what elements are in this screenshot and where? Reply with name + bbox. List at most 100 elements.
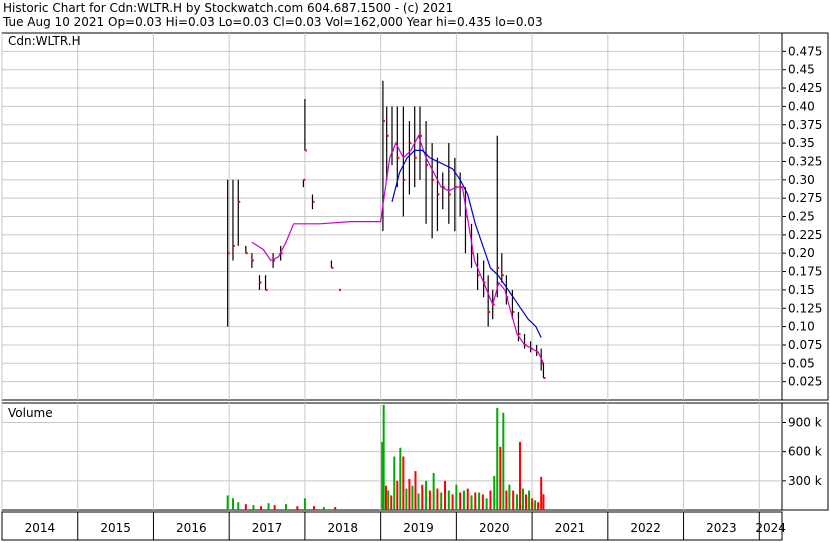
volume-bar bbox=[525, 494, 528, 510]
volume-bar bbox=[421, 484, 424, 510]
volume-bar bbox=[428, 490, 431, 510]
volume-bar bbox=[436, 488, 439, 510]
price-panel-title: Cdn:WLTR.H bbox=[8, 34, 81, 48]
y-tick-label: 0.075 bbox=[788, 338, 822, 352]
close-mark bbox=[397, 156, 400, 159]
volume-bar bbox=[267, 503, 270, 510]
x-tick-label: 2019 bbox=[403, 521, 434, 535]
volume-bar bbox=[425, 480, 428, 510]
close-mark bbox=[238, 200, 241, 203]
volume-bar bbox=[417, 493, 420, 510]
stock-chart: 0.475 0.45 0.425 0.40 0.375 0.35 0.325 0.30 0.27… bbox=[1, 32, 829, 541]
close-mark bbox=[304, 149, 307, 152]
volume-bar bbox=[244, 504, 247, 510]
close-mark bbox=[251, 259, 254, 262]
close-mark bbox=[245, 252, 248, 255]
y-tick-label: 0.40 bbox=[788, 99, 815, 113]
x-tick-label: 2023 bbox=[706, 521, 737, 535]
volume-bar bbox=[334, 507, 337, 510]
y-tick-label: 0.15 bbox=[788, 283, 815, 297]
volume-bar bbox=[432, 473, 435, 510]
close-mark bbox=[227, 252, 230, 255]
y-tick-label: 0.45 bbox=[788, 63, 815, 77]
volume-bar bbox=[537, 502, 540, 510]
close-mark bbox=[497, 266, 500, 269]
close-mark bbox=[512, 310, 515, 313]
volume-bar bbox=[411, 485, 414, 510]
close-mark bbox=[259, 281, 262, 284]
volume-bar bbox=[481, 494, 484, 510]
y-tick-label: 0.225 bbox=[788, 228, 822, 242]
volume-bar bbox=[447, 490, 450, 510]
close-mark bbox=[437, 193, 440, 196]
volume-bar bbox=[259, 506, 262, 510]
volume-bar bbox=[405, 488, 408, 510]
close-mark bbox=[331, 266, 334, 269]
volume-bar bbox=[226, 495, 229, 510]
close-mark bbox=[409, 142, 412, 145]
volume-bar bbox=[387, 490, 390, 510]
volume-bar bbox=[512, 490, 515, 510]
close-mark bbox=[265, 288, 268, 291]
x-tick-label: 2024 bbox=[755, 521, 786, 535]
volume-bar bbox=[528, 490, 531, 510]
volume-bar bbox=[414, 471, 417, 510]
volume-bar bbox=[237, 502, 240, 510]
close-mark bbox=[488, 310, 491, 313]
y-tick-label: 0.30 bbox=[788, 173, 815, 187]
close-mark bbox=[477, 274, 480, 277]
close-mark bbox=[312, 200, 315, 203]
volume-bar bbox=[313, 506, 315, 510]
volume-bar bbox=[542, 494, 545, 510]
close-mark bbox=[518, 332, 521, 335]
x-tick-label: 2015 bbox=[100, 521, 131, 535]
volume-bar bbox=[505, 490, 508, 510]
close-mark bbox=[432, 178, 435, 181]
close-mark bbox=[543, 376, 546, 379]
volume-bar bbox=[402, 456, 405, 510]
x-tick-label: 2014 bbox=[25, 521, 56, 535]
close-mark bbox=[501, 274, 504, 277]
y-tick-label: 0.20 bbox=[788, 246, 815, 260]
volume-bar bbox=[518, 441, 521, 510]
volume-bar bbox=[451, 494, 454, 510]
volume-bar bbox=[496, 407, 499, 510]
volume-bar bbox=[252, 505, 255, 510]
x-tick-label: 2022 bbox=[630, 521, 661, 535]
volume-bar bbox=[393, 456, 396, 510]
volume-tick-label: 600 k bbox=[788, 445, 822, 459]
volume-bar bbox=[459, 492, 462, 510]
volume-bar bbox=[485, 498, 488, 510]
volume-bar bbox=[440, 492, 443, 510]
volume-panel-title: Volume bbox=[8, 406, 53, 420]
volume-bar bbox=[382, 404, 385, 510]
volume-bar bbox=[322, 507, 325, 510]
y-tick-label: 0.25 bbox=[788, 210, 815, 224]
close-mark bbox=[426, 164, 429, 167]
y-tick-label: 0.025 bbox=[788, 375, 822, 389]
volume-bar bbox=[284, 504, 287, 510]
volume-bar bbox=[399, 447, 402, 510]
volume-bar bbox=[296, 506, 299, 510]
close-mark bbox=[232, 244, 235, 247]
y-tick-label: 0.375 bbox=[788, 118, 822, 132]
volume-bar bbox=[493, 475, 496, 510]
x-tick-label: 2020 bbox=[479, 521, 510, 535]
volume-bar bbox=[396, 480, 399, 510]
volume-bar bbox=[303, 498, 306, 510]
close-mark bbox=[448, 193, 451, 196]
volume-bar bbox=[273, 505, 276, 510]
close-mark bbox=[303, 178, 306, 181]
chart-root: Historic Chart for Cdn:WLTR.H by Stockwa… bbox=[0, 0, 830, 543]
close-mark bbox=[338, 288, 341, 291]
x-tick-label: 2016 bbox=[176, 521, 207, 535]
volume-bar bbox=[444, 480, 447, 510]
volume-bar bbox=[384, 485, 387, 510]
close-mark bbox=[382, 120, 385, 123]
volume-tick-label: 300 k bbox=[788, 474, 822, 488]
y-tick-label: 0.10 bbox=[788, 320, 815, 334]
volume-bar bbox=[515, 494, 518, 510]
volume-tick-label: 900 k bbox=[788, 415, 822, 429]
y-tick-label: 0.35 bbox=[788, 136, 815, 150]
volume-bar bbox=[502, 412, 505, 510]
